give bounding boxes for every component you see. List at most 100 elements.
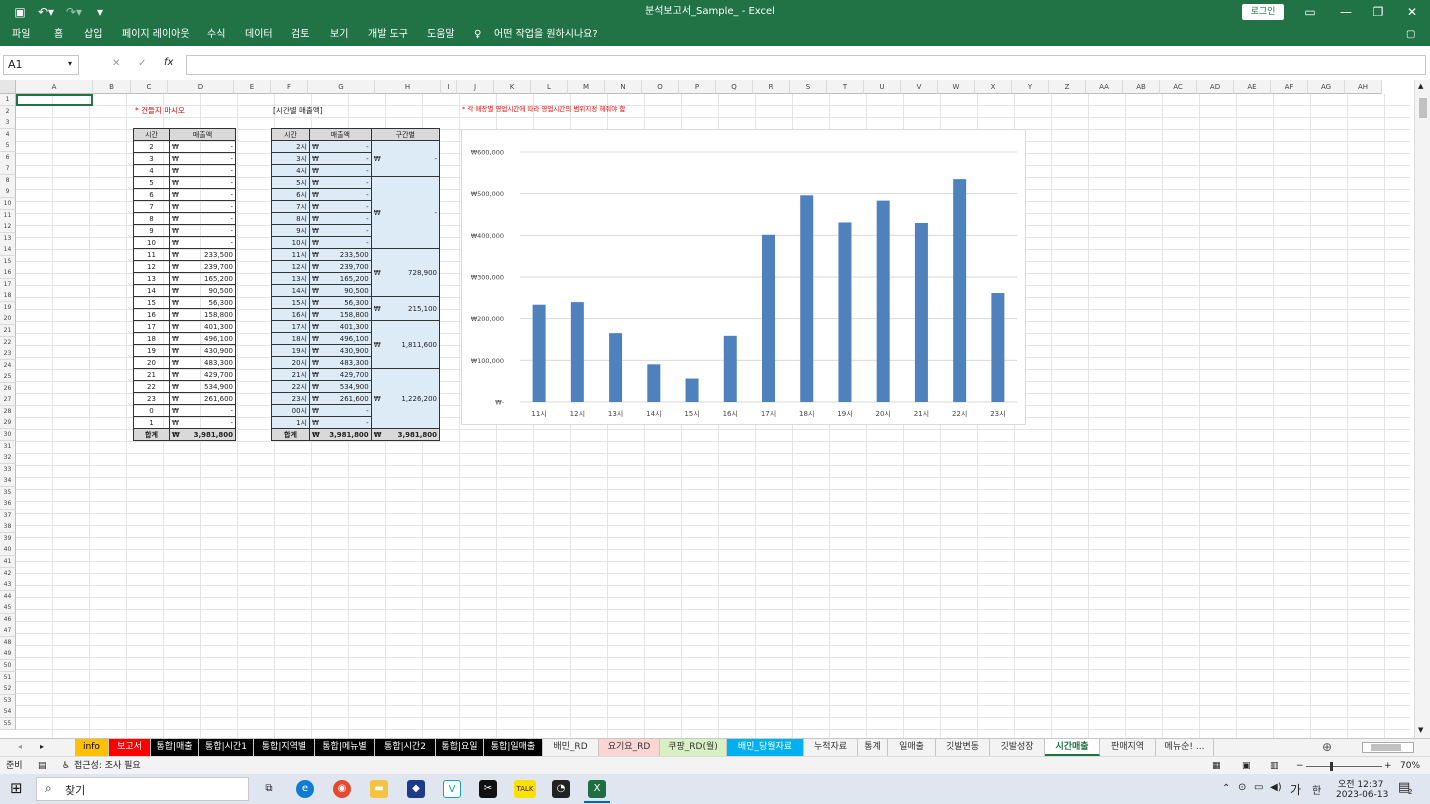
tab-data[interactable]: 데이터 bbox=[245, 24, 273, 46]
tab-formulas[interactable]: 수식 bbox=[207, 24, 225, 46]
row-header[interactable]: 26 bbox=[0, 382, 16, 395]
table-row[interactable]: 0 ₩ - bbox=[133, 404, 236, 417]
sheet-tab[interactable]: 깃발변동 bbox=[936, 739, 990, 756]
horizontal-scrollbar[interactable] bbox=[1362, 742, 1414, 753]
row-header[interactable]: 21 bbox=[0, 325, 16, 337]
column-header[interactable]: W bbox=[938, 80, 975, 94]
table-row[interactable]: 22 ₩534,900 bbox=[133, 380, 236, 393]
tab-scroll-right-icon[interactable]: ▸ bbox=[40, 742, 44, 751]
kakaotalk-icon[interactable]: TALK bbox=[514, 780, 536, 798]
file-explorer-icon[interactable]: ▬ bbox=[370, 780, 388, 798]
tab-review[interactable]: 검토 bbox=[291, 24, 309, 46]
row-header[interactable]: 43 bbox=[0, 579, 16, 592]
table-row[interactable]: 21시 ₩429,700 ₩1,226,200 bbox=[271, 368, 441, 429]
row-header[interactable]: 54 bbox=[0, 706, 16, 719]
row-header[interactable]: 35 bbox=[0, 486, 16, 499]
column-header[interactable]: U bbox=[864, 80, 901, 94]
table-row[interactable]: 2시 ₩ - ₩ - bbox=[271, 140, 441, 177]
row-header[interactable]: 7 bbox=[0, 163, 16, 176]
row-header[interactable]: 49 bbox=[0, 648, 16, 661]
row-header[interactable]: 5 bbox=[0, 140, 16, 153]
table-row[interactable]: 20 ₩483,300 bbox=[133, 356, 236, 369]
tab-insert[interactable]: 삽입 bbox=[84, 24, 102, 46]
row-header[interactable]: 46 bbox=[0, 613, 16, 626]
row-header[interactable]: 14 bbox=[0, 244, 16, 257]
row-header[interactable]: 45 bbox=[0, 602, 16, 615]
hourly-sales-chart[interactable]: ₩- ₩100,000 ₩200,000 ₩300,000 ₩400,000 ₩500,0… bbox=[461, 129, 1026, 425]
save-icon[interactable]: ▣ bbox=[10, 0, 30, 24]
accessibility-icon[interactable]: ♿ bbox=[62, 757, 70, 775]
column-header[interactable]: AD bbox=[1197, 80, 1234, 94]
row-header[interactable]: 8 bbox=[0, 174, 16, 187]
row-header[interactable]: 30 bbox=[0, 428, 16, 441]
column-header[interactable]: A bbox=[16, 80, 93, 94]
table-row[interactable]: 5 ₩ - bbox=[133, 176, 236, 189]
table-row[interactable]: 4 ₩ - bbox=[133, 164, 236, 177]
macro-record-icon[interactable]: ▤ bbox=[38, 757, 47, 775]
bar[interactable] bbox=[723, 335, 737, 402]
vertical-scrollbar[interactable]: ▲ ▼ bbox=[1414, 80, 1430, 738]
bar[interactable] bbox=[800, 195, 814, 402]
table-row[interactable]: 15시 ₩56,300 ₩215,100 bbox=[271, 296, 441, 321]
table-row[interactable]: 23 ₩261,600 bbox=[133, 392, 236, 405]
column-header[interactable]: T bbox=[827, 80, 864, 94]
row-header[interactable]: 28 bbox=[0, 405, 16, 418]
normal-view-icon[interactable]: ▦ bbox=[1212, 757, 1221, 775]
sheet-tab[interactable]: 통합|지역별 bbox=[254, 739, 315, 756]
tab-developer[interactable]: 개발 도구 bbox=[368, 24, 408, 46]
page-break-view-icon[interactable]: ▥ bbox=[1270, 757, 1279, 775]
row-header[interactable]: 13 bbox=[0, 232, 16, 245]
table-row[interactable]: 14 ₩90,500 bbox=[133, 284, 236, 297]
row-header[interactable]: 20 bbox=[0, 313, 16, 326]
row-header[interactable]: 17 bbox=[0, 278, 16, 291]
active-cell[interactable] bbox=[16, 94, 93, 106]
column-header[interactable]: P bbox=[679, 80, 716, 94]
column-header[interactable]: H bbox=[375, 80, 441, 94]
row-header[interactable]: 9 bbox=[0, 186, 16, 199]
scroll-down-icon[interactable]: ▼ bbox=[1418, 726, 1423, 734]
taskbar-search[interactable]: ⌕ 찾기 bbox=[36, 777, 249, 801]
table-row[interactable]: 16 ₩158,800 bbox=[133, 308, 236, 321]
sheet-tab[interactable]: info bbox=[75, 739, 109, 756]
column-header[interactable]: S bbox=[790, 80, 827, 94]
column-header[interactable]: AF bbox=[1271, 80, 1308, 94]
tab-file[interactable]: 파일 bbox=[12, 24, 30, 46]
sheet-tab[interactable]: 배민_당월자료 bbox=[727, 739, 804, 756]
table-row[interactable]: 11 ₩233,500 bbox=[133, 248, 236, 261]
login-button[interactable]: 로그인 bbox=[1242, 4, 1284, 20]
row-header[interactable]: 18 bbox=[0, 290, 16, 303]
sheet-tab[interactable]: 시간매출 bbox=[1045, 739, 1100, 756]
bar[interactable] bbox=[532, 304, 546, 402]
bar[interactable] bbox=[647, 364, 661, 402]
column-header[interactable]: AC bbox=[1160, 80, 1197, 94]
row-header[interactable]: 6 bbox=[0, 151, 16, 164]
column-header[interactable]: AH bbox=[1345, 80, 1382, 94]
sheet-tab[interactable]: 깃발성장 bbox=[990, 739, 1045, 756]
row-header[interactable]: 34 bbox=[0, 475, 16, 488]
row-header[interactable]: 31 bbox=[0, 440, 16, 453]
bar[interactable] bbox=[991, 293, 1005, 402]
row-header[interactable]: 42 bbox=[0, 567, 16, 580]
table-row[interactable]: 19 ₩430,900 bbox=[133, 344, 236, 357]
table-row[interactable]: 13 ₩165,200 bbox=[133, 272, 236, 285]
column-header[interactable]: C bbox=[131, 80, 168, 94]
row-header[interactable]: 41 bbox=[0, 556, 16, 568]
bar[interactable] bbox=[953, 179, 967, 402]
bar[interactable] bbox=[876, 200, 890, 402]
row-header[interactable]: 36 bbox=[0, 498, 16, 511]
row-header[interactable]: 11 bbox=[0, 209, 16, 222]
app-v-icon[interactable]: V bbox=[443, 780, 461, 798]
zoom-slider-thumb[interactable] bbox=[1330, 762, 1333, 771]
edge-icon[interactable]: e bbox=[296, 780, 314, 798]
select-all-corner[interactable] bbox=[0, 80, 16, 94]
column-header[interactable]: I bbox=[441, 80, 457, 94]
column-header[interactable]: AE bbox=[1234, 80, 1271, 94]
tell-me-box[interactable]: 어떤 작업을 원하시나요? bbox=[494, 24, 598, 46]
cancel-icon[interactable]: ✕ bbox=[112, 58, 120, 69]
customize-qat-icon[interactable]: ▾ bbox=[92, 0, 108, 24]
column-header[interactable]: B bbox=[93, 80, 131, 94]
table-row[interactable]: 10 ₩ - bbox=[133, 236, 236, 249]
clock-date[interactable]: 2023-06-13 bbox=[1336, 790, 1388, 800]
table-row[interactable]: 11시 ₩233,500 ₩728,900 bbox=[271, 248, 441, 297]
table-row[interactable]: 9 ₩ - bbox=[133, 224, 236, 237]
